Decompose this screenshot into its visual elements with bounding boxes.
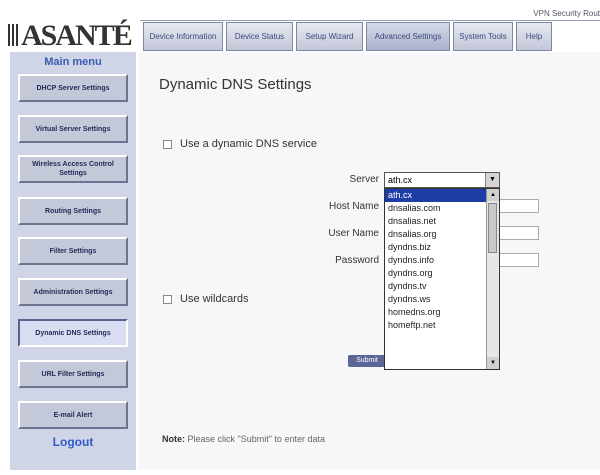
sidebar: Main menu DHCP Server Settings Virtual S… [10, 52, 136, 470]
asante-logo: ASANTÉ [8, 19, 136, 53]
tab-device-status[interactable]: Device Status [226, 22, 293, 51]
server-select-value: ath.cx [388, 175, 413, 185]
use-wildcards-row: Use wildcards [163, 293, 248, 305]
use-ddns-label: Use a dynamic DNS service [180, 138, 317, 150]
note-message: Please click "Submit" to enter data [187, 434, 325, 444]
sidebar-item-routing[interactable]: Routing Settings [18, 197, 128, 225]
host-name-label: Host Name [328, 201, 379, 212]
server-dropdown-list: ath.cx dnsalias.com dnsalias.net dnsalia… [384, 188, 500, 370]
sidebar-item-url-filter[interactable]: URL Filter Settings [18, 360, 128, 388]
user-name-label: User Name [328, 228, 379, 239]
dropdown-option[interactable]: dyndns.tv [385, 280, 499, 293]
use-ddns-checkbox[interactable] [163, 139, 172, 149]
dropdown-option[interactable]: dyndns.biz [385, 241, 499, 254]
sidebar-item-wireless-access[interactable]: Wireless Access Control Settings [18, 155, 128, 183]
sidebar-item-email-alert[interactable]: E-mail Alert [18, 401, 128, 429]
sidebar-item-filter[interactable]: Filter Settings [18, 237, 128, 265]
content-panel: Dynamic DNS Settings Use a dynamic DNS s… [138, 52, 600, 470]
dropdown-option[interactable]: homedns.org [385, 306, 499, 319]
password-label: Password [335, 255, 379, 266]
page-title: Dynamic DNS Settings [159, 76, 312, 93]
tab-help[interactable]: Help [516, 22, 552, 51]
header-divider [140, 20, 600, 21]
dropdown-option[interactable]: ath.cx [385, 189, 499, 202]
chevron-down-icon[interactable]: ▼ [485, 173, 499, 187]
dropdown-scrollbar[interactable]: ▲ ▼ [486, 189, 499, 369]
dropdown-option[interactable]: homeftp.net [385, 319, 499, 332]
scroll-down-icon[interactable]: ▼ [487, 357, 499, 369]
server-label: Server [349, 174, 379, 185]
window-title: VPN Security Rout [533, 9, 600, 18]
server-select[interactable]: ath.cx ▼ [384, 172, 500, 188]
dropdown-option[interactable]: dyndns.info [385, 254, 499, 267]
use-ddns-row: Use a dynamic DNS service [163, 138, 317, 150]
tab-system-tools[interactable]: System Tools [453, 22, 513, 51]
sidebar-item-dynamic-dns[interactable]: Dynamic DNS Settings [18, 319, 128, 347]
note-label: Note: [162, 434, 185, 444]
tab-advanced-settings[interactable]: Advanced Settings [366, 22, 450, 51]
logout-link[interactable]: Logout [10, 435, 136, 449]
top-nav-tabs: Device Information Device Status Setup W… [143, 22, 555, 53]
dropdown-option[interactable]: dyndns.ws [385, 293, 499, 306]
sidebar-item-virtual-server[interactable]: Virtual Server Settings [18, 115, 128, 143]
sidebar-item-dhcp-server[interactable]: DHCP Server Settings [18, 74, 128, 102]
host-name-input[interactable] [495, 199, 539, 213]
tab-setup-wizard[interactable]: Setup Wizard [296, 22, 363, 51]
use-wildcards-label: Use wildcards [180, 293, 249, 305]
dropdown-option[interactable]: dyndns.org [385, 267, 499, 280]
password-input[interactable] [495, 253, 539, 267]
logo-bars-icon [8, 24, 18, 46]
tab-device-information[interactable]: Device Information [143, 22, 223, 51]
dropdown-option[interactable]: dnsalias.net [385, 215, 499, 228]
note-text: Note: Please click "Submit" to enter dat… [162, 434, 325, 444]
dropdown-option[interactable]: dnsalias.org [385, 228, 499, 241]
scrollbar-thumb[interactable] [488, 203, 497, 253]
sidebar-item-administration[interactable]: Administration Settings [18, 278, 128, 306]
submit-button[interactable]: Submit [348, 355, 386, 367]
dropdown-option[interactable]: dnsalias.com [385, 202, 499, 215]
sidebar-title: Main menu [44, 56, 102, 68]
use-wildcards-checkbox[interactable] [163, 294, 172, 304]
logo-text: ASANTÉ [21, 19, 133, 52]
user-name-input[interactable] [495, 226, 539, 240]
scroll-up-icon[interactable]: ▲ [487, 189, 499, 201]
